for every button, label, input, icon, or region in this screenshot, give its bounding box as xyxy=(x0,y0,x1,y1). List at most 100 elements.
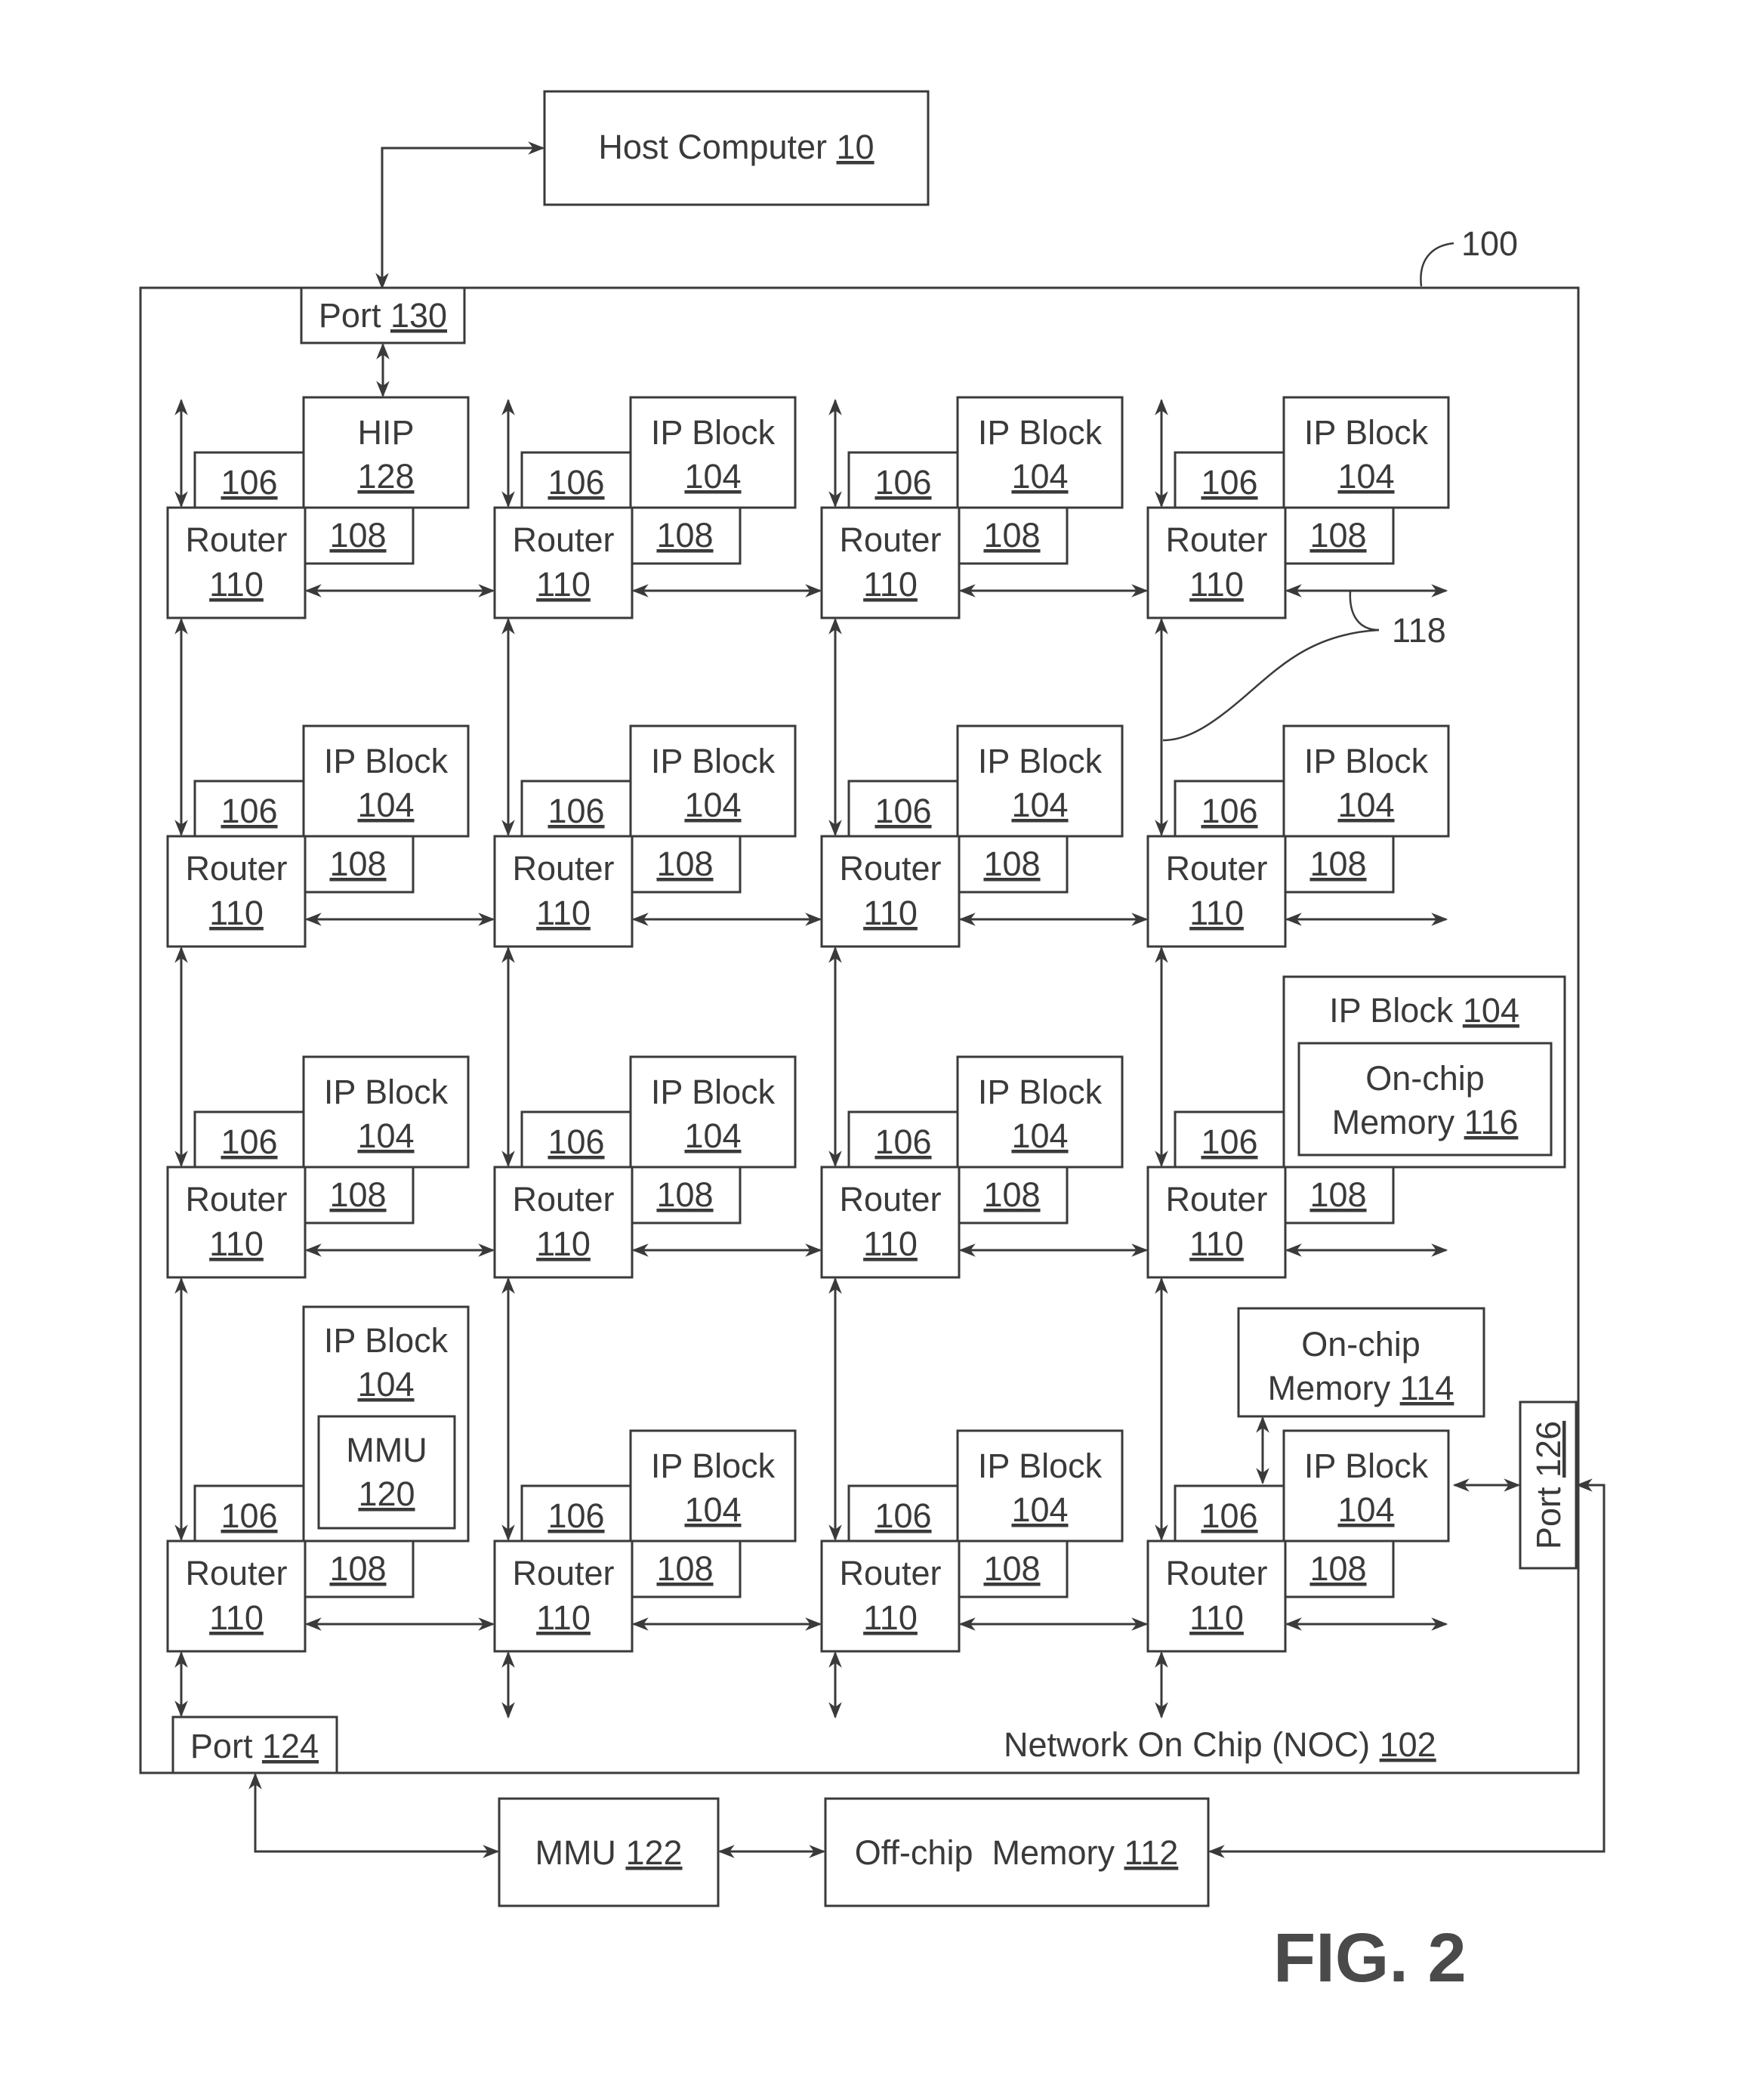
router-ref: 110 xyxy=(536,894,591,932)
router-label: Router xyxy=(839,1180,941,1218)
grid-cell: IP Block 104 MMU 120 106 108 Router 110 xyxy=(166,1277,495,1718)
ip-block-ref: 104 xyxy=(1337,786,1394,824)
ip-block-ref: 104 xyxy=(1011,786,1068,824)
ip-block-ref: 104 xyxy=(1337,457,1394,496)
onchip-memory-114-line2: Memory 114 xyxy=(1268,1369,1454,1407)
router-label: Router xyxy=(185,849,287,888)
ip-block-ref: 104 xyxy=(357,1365,414,1404)
router-ref: 110 xyxy=(536,1598,591,1637)
router-ref: 110 xyxy=(1189,894,1244,932)
router-label: Router xyxy=(839,1554,941,1592)
grid-cell: IP Block 104 106 108 Router 110 xyxy=(1146,396,1450,619)
port-124-label: Port 124 xyxy=(190,1727,319,1765)
memory-comm-controller-label: 106 xyxy=(1201,1496,1257,1535)
grid-cell: IP Block 104 On-chip Memory 116 106 108 Route… xyxy=(1146,946,1566,1279)
hip-ref: 128 xyxy=(357,457,414,496)
router-label: Router xyxy=(1165,1554,1267,1592)
network-interface-controller-label: 108 xyxy=(1309,516,1366,554)
grid-cell: IP Block 104 106 108 Router 110 xyxy=(1146,617,1450,948)
network-interface-controller-label: 108 xyxy=(656,1549,713,1588)
grid-cell: IP Block 104 106 108 Router 110 xyxy=(493,617,822,948)
memory-comm-controller-label: 106 xyxy=(874,1496,931,1535)
network-interface-controller-label: 108 xyxy=(1309,845,1366,883)
mmu-120-ref: 120 xyxy=(358,1475,415,1513)
ip-block-label: IP Block xyxy=(651,413,776,452)
port-124-mmu-wire xyxy=(248,1772,500,1858)
grid-cell: IP Block 104 106 108 Router 110 xyxy=(166,617,495,948)
router-label: Router xyxy=(1165,520,1267,559)
router-ref: 110 xyxy=(1189,565,1244,604)
router-label: Router xyxy=(185,1554,287,1592)
ip-block-label: IP Block xyxy=(978,1447,1103,1485)
router-ref: 110 xyxy=(863,1224,918,1263)
ip-block-ref: 104 xyxy=(684,786,741,824)
onchip-memory-114-line1: On-chip xyxy=(1301,1325,1420,1363)
memory-comm-controller-label: 106 xyxy=(1201,792,1257,830)
memory-comm-controller-label: 106 xyxy=(874,792,931,830)
grid-cell: IP Block 104 106 108 Router 110 xyxy=(820,396,1149,619)
memory-comm-controller-label: 106 xyxy=(221,792,277,830)
router-ref: 110 xyxy=(1189,1598,1244,1637)
network-interface-controller-label: 108 xyxy=(329,1549,386,1588)
mmu-120-label: MMU xyxy=(346,1431,427,1469)
router-label: Router xyxy=(1165,1180,1267,1218)
grid-cell: IP Block 104 106 108 Router 110 xyxy=(166,946,495,1279)
ip-block-ref: 104 xyxy=(1011,457,1068,496)
router-ref: 110 xyxy=(209,894,264,932)
memory-comm-controller-label: 106 xyxy=(221,1123,277,1161)
memory-comm-controller-label: 106 xyxy=(548,463,604,502)
onchip-memory-114-box: On-chip Memory 114 xyxy=(1237,1307,1485,1418)
network-interface-controller-label: 108 xyxy=(329,845,386,883)
ip-block-label: IP Block xyxy=(1304,413,1429,452)
grid-cell: IP Block 104 106 108 Router 110 xyxy=(820,946,1149,1279)
memory-comm-controller-label: 106 xyxy=(221,1496,277,1535)
ip-block-ref: 104 xyxy=(357,786,414,824)
grid-cell: IP Block 104 106 108 Router 110 xyxy=(820,617,1149,948)
port-126-label: Port 126 xyxy=(1529,1421,1568,1549)
memory-comm-controller-label: 106 xyxy=(221,463,277,502)
network-interface-controller-label: 108 xyxy=(1309,1549,1366,1588)
grid-cell: IP Block 104 106 108 Router 110 xyxy=(493,396,822,619)
noc-block-diagram: Host Computer 10 100 Port 130 HIP 128 106 1… xyxy=(139,90,1606,1997)
port-130-box: Port 130 xyxy=(300,286,466,344)
router-label: Router xyxy=(512,1180,614,1218)
offchip-memory-112-label: Off-chip Memory 112 xyxy=(855,1833,1179,1872)
ip-block-label: IP Block xyxy=(1304,742,1429,780)
host-link-arrow xyxy=(375,141,545,290)
link-118-label: 118 xyxy=(1392,611,1446,650)
router-label: Router xyxy=(839,849,941,888)
router-ref: 110 xyxy=(536,1224,591,1263)
router-label: Router xyxy=(839,520,941,559)
router-label: Router xyxy=(512,1554,614,1592)
router-label: Router xyxy=(185,520,287,559)
ip-block-label: IP Block xyxy=(1304,1447,1429,1485)
network-interface-controller-label: 108 xyxy=(656,1175,713,1214)
ip-block-label: IP Block xyxy=(651,1073,776,1111)
router-ref: 110 xyxy=(536,565,591,604)
router-ref: 110 xyxy=(863,1598,918,1637)
ip-block-ref: 104 xyxy=(1337,1490,1394,1529)
noc-label: Network On Chip (NOC) 102 xyxy=(1004,1725,1436,1764)
ip-block-label: IP Block xyxy=(651,742,776,780)
network-interface-controller-label: 108 xyxy=(983,845,1040,883)
grid-cell: IP Block 104 106 108 Router 110 xyxy=(820,1277,1149,1719)
ip-block-label: IP Block xyxy=(324,1073,449,1111)
router-label: Router xyxy=(512,520,614,559)
network-interface-controller-label: 108 xyxy=(983,516,1040,554)
memory-comm-controller-label: 106 xyxy=(1201,463,1257,502)
link-118-leader-a xyxy=(1349,590,1380,632)
ip-block-label: IP Block xyxy=(978,742,1103,780)
network-interface-controller-label: 108 xyxy=(983,1175,1040,1214)
network-interface-controller-label: 108 xyxy=(1309,1175,1366,1214)
host-computer-label: Host Computer 10 xyxy=(598,128,874,166)
ip-block-ref: 104 xyxy=(1011,1490,1068,1529)
hip-label: HIP xyxy=(357,413,414,452)
port-124-box: Port 124 xyxy=(171,1716,338,1774)
router-ref: 110 xyxy=(209,1224,264,1263)
ip-block-ref: 104 xyxy=(684,1490,741,1529)
onchip-memory-116-line1: On-chip xyxy=(1365,1059,1485,1098)
ip-block-label: IP Block xyxy=(978,413,1103,452)
router-label: Router xyxy=(1165,849,1267,888)
grid-cell: HIP 128 106 108 Router 110 xyxy=(166,396,495,619)
grid-cell: IP Block 104 106 108 Router 110 xyxy=(493,1277,822,1719)
